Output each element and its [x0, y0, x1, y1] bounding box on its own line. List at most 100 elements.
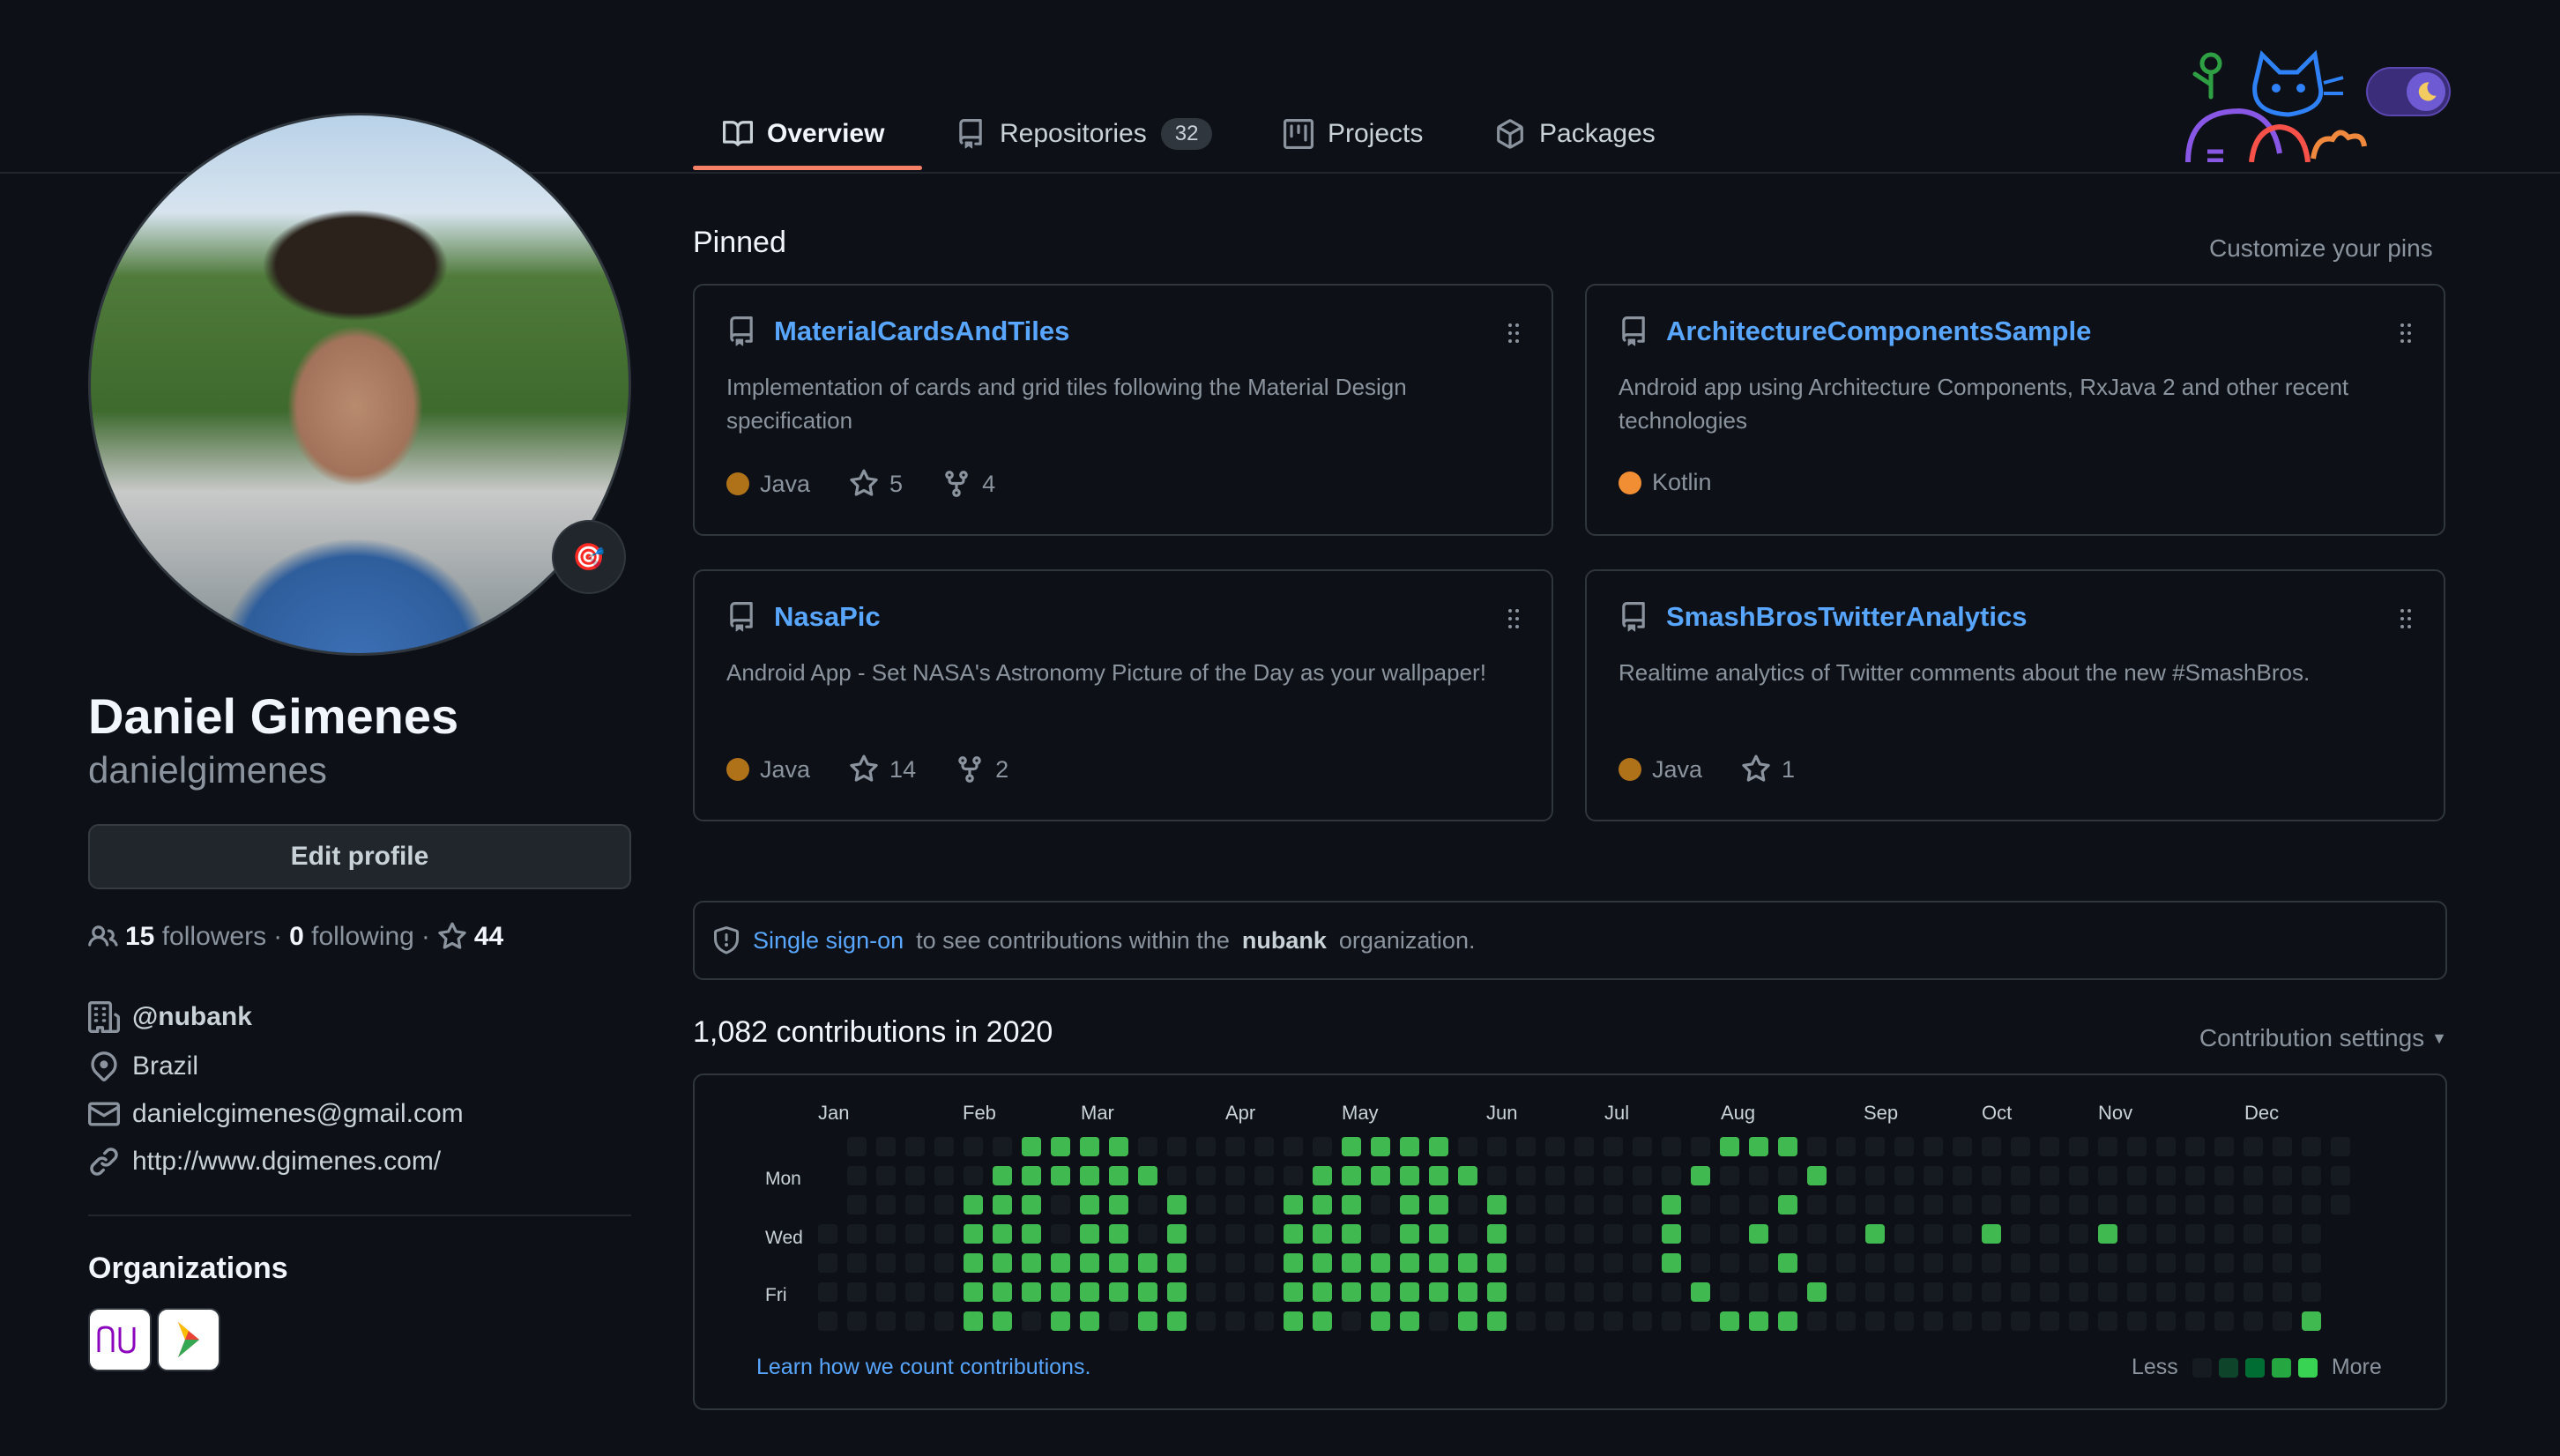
contribution-day-cell[interactable]: [2273, 1224, 2292, 1244]
contribution-day-cell[interactable]: [1022, 1253, 1041, 1273]
contribution-day-cell[interactable]: [2040, 1253, 2059, 1273]
contribution-day-cell[interactable]: [1022, 1166, 1041, 1185]
contribution-day-cell[interactable]: [1691, 1282, 1710, 1302]
contribution-day-cell[interactable]: [1458, 1137, 1477, 1156]
contribution-day-cell[interactable]: [1138, 1311, 1157, 1331]
contribution-day-cell[interactable]: [2040, 1195, 2059, 1215]
contribution-day-cell[interactable]: [1662, 1224, 1681, 1244]
contribution-day-cell[interactable]: [1254, 1166, 1274, 1185]
contribution-day-cell[interactable]: [1196, 1311, 1216, 1331]
contribution-day-cell[interactable]: [964, 1253, 983, 1273]
contribution-day-cell[interactable]: [1371, 1311, 1390, 1331]
contribution-day-cell[interactable]: [1953, 1166, 1972, 1185]
contribution-day-cell[interactable]: [2098, 1311, 2117, 1331]
contribution-day-cell[interactable]: [1458, 1224, 1477, 1244]
contribution-day-cell[interactable]: [1924, 1166, 1943, 1185]
company-link[interactable]: @nubank: [132, 1002, 252, 1032]
contribution-day-cell[interactable]: [1720, 1195, 1739, 1215]
contribution-day-cell[interactable]: [964, 1311, 983, 1331]
contribution-day-cell[interactable]: [1371, 1253, 1390, 1273]
contribution-day-cell[interactable]: [1691, 1137, 1710, 1156]
contribution-day-cell[interactable]: [1545, 1253, 1565, 1273]
contribution-day-cell[interactable]: [1662, 1253, 1681, 1273]
contribution-day-cell[interactable]: [2244, 1137, 2263, 1156]
contribution-day-cell[interactable]: [1924, 1195, 1943, 1215]
customize-pins-link[interactable]: Customize your pins: [2209, 234, 2433, 263]
contribution-day-cell[interactable]: [2273, 1195, 2292, 1215]
contribution-day-cell[interactable]: [1313, 1195, 1332, 1215]
sso-link[interactable]: Single sign-on: [753, 927, 904, 955]
contribution-day-cell[interactable]: [1604, 1195, 1623, 1215]
contribution-day-cell[interactable]: [2040, 1311, 2059, 1331]
contribution-day-cell[interactable]: [1749, 1137, 1768, 1156]
contribution-day-cell[interactable]: [876, 1311, 896, 1331]
contribution-day-cell[interactable]: [1516, 1166, 1536, 1185]
contribution-day-cell[interactable]: [1458, 1253, 1477, 1273]
contribution-day-cell[interactable]: [1167, 1195, 1187, 1215]
contribution-day-cell[interactable]: [1516, 1282, 1536, 1302]
contribution-day-cell[interactable]: [1371, 1137, 1390, 1156]
contribution-day-cell[interactable]: [1254, 1137, 1274, 1156]
theme-toggle[interactable]: [2366, 67, 2451, 116]
contribution-day-cell[interactable]: [1778, 1311, 1797, 1331]
contribution-day-cell[interactable]: [993, 1311, 1012, 1331]
contribution-day-cell[interactable]: [1196, 1137, 1216, 1156]
contribution-day-cell[interactable]: [1429, 1282, 1448, 1302]
contribution-day-cell[interactable]: [1953, 1311, 1972, 1331]
contribution-day-cell[interactable]: [1778, 1282, 1797, 1302]
contribution-day-cell[interactable]: [2011, 1224, 2030, 1244]
tab-overview[interactable]: Overview: [723, 95, 884, 173]
contribution-settings-dropdown[interactable]: Contribution settings ▼: [2199, 1024, 2447, 1052]
pinned-repo-link[interactable]: SmashBrosTwitterAnalytics: [1666, 601, 2027, 633]
contribution-day-cell[interactable]: [1749, 1195, 1768, 1215]
contribution-day-cell[interactable]: [876, 1137, 896, 1156]
contribution-day-cell[interactable]: [1982, 1224, 2001, 1244]
contribution-day-cell[interactable]: [1865, 1311, 1885, 1331]
contribution-day-cell[interactable]: [1109, 1282, 1128, 1302]
contribution-day-cell[interactable]: [1371, 1195, 1390, 1215]
contribution-day-cell[interactable]: [1080, 1311, 1099, 1331]
contribution-day-cell[interactable]: [1778, 1224, 1797, 1244]
contribution-day-cell[interactable]: [1109, 1311, 1128, 1331]
contribution-day-cell[interactable]: [2040, 1282, 2059, 1302]
contribution-day-cell[interactable]: [1633, 1311, 1652, 1331]
contribution-day-cell[interactable]: [1604, 1137, 1623, 1156]
contribution-day-cell[interactable]: [2069, 1282, 2088, 1302]
contribution-day-cell[interactable]: [2273, 1311, 2292, 1331]
contribution-day-cell[interactable]: [2302, 1282, 2321, 1302]
contribution-day-cell[interactable]: [1662, 1195, 1681, 1215]
contribution-day-cell[interactable]: [1894, 1311, 1914, 1331]
contribution-day-cell[interactable]: [1400, 1253, 1419, 1273]
contribution-day-cell[interactable]: [1749, 1166, 1768, 1185]
contribution-day-cell[interactable]: [1836, 1224, 1856, 1244]
contribution-day-cell[interactable]: [1982, 1253, 2001, 1273]
contribution-day-cell[interactable]: [1982, 1195, 2001, 1215]
contribution-day-cell[interactable]: [993, 1166, 1012, 1185]
contribution-day-cell[interactable]: [2069, 1311, 2088, 1331]
contribution-day-cell[interactable]: [964, 1224, 983, 1244]
contribution-day-cell[interactable]: [1749, 1311, 1768, 1331]
drag-grip-icon[interactable]: [2400, 608, 2412, 629]
contribution-day-cell[interactable]: [2331, 1137, 2350, 1156]
contribution-day-cell[interactable]: [1778, 1166, 1797, 1185]
repo-forks-link[interactable]: 4: [941, 469, 995, 499]
email-link[interactable]: danielcgimenes@gmail.com: [132, 1099, 464, 1129]
contribution-day-cell[interactable]: [2069, 1166, 2088, 1185]
contribution-day-cell[interactable]: [1749, 1224, 1768, 1244]
contribution-day-cell[interactable]: [1284, 1253, 1303, 1273]
contribution-day-cell[interactable]: [1080, 1253, 1099, 1273]
contribution-day-cell[interactable]: [2302, 1137, 2321, 1156]
repo-stars-link[interactable]: 5: [849, 469, 903, 499]
contribution-day-cell[interactable]: [1807, 1166, 1827, 1185]
contribution-day-cell[interactable]: [1051, 1137, 1070, 1156]
contribution-day-cell[interactable]: [1109, 1195, 1128, 1215]
contribution-day-cell[interactable]: [1167, 1166, 1187, 1185]
contribution-day-cell[interactable]: [2185, 1224, 2205, 1244]
tab-repositories[interactable]: Repositories 32: [956, 95, 1213, 173]
contribution-day-cell[interactable]: [1633, 1253, 1652, 1273]
contribution-day-cell[interactable]: [1982, 1166, 2001, 1185]
contribution-day-cell[interactable]: [2156, 1253, 2176, 1273]
contribution-day-cell[interactable]: [1167, 1253, 1187, 1273]
contribution-day-cell[interactable]: [1749, 1253, 1768, 1273]
contribution-day-cell[interactable]: [2069, 1224, 2088, 1244]
